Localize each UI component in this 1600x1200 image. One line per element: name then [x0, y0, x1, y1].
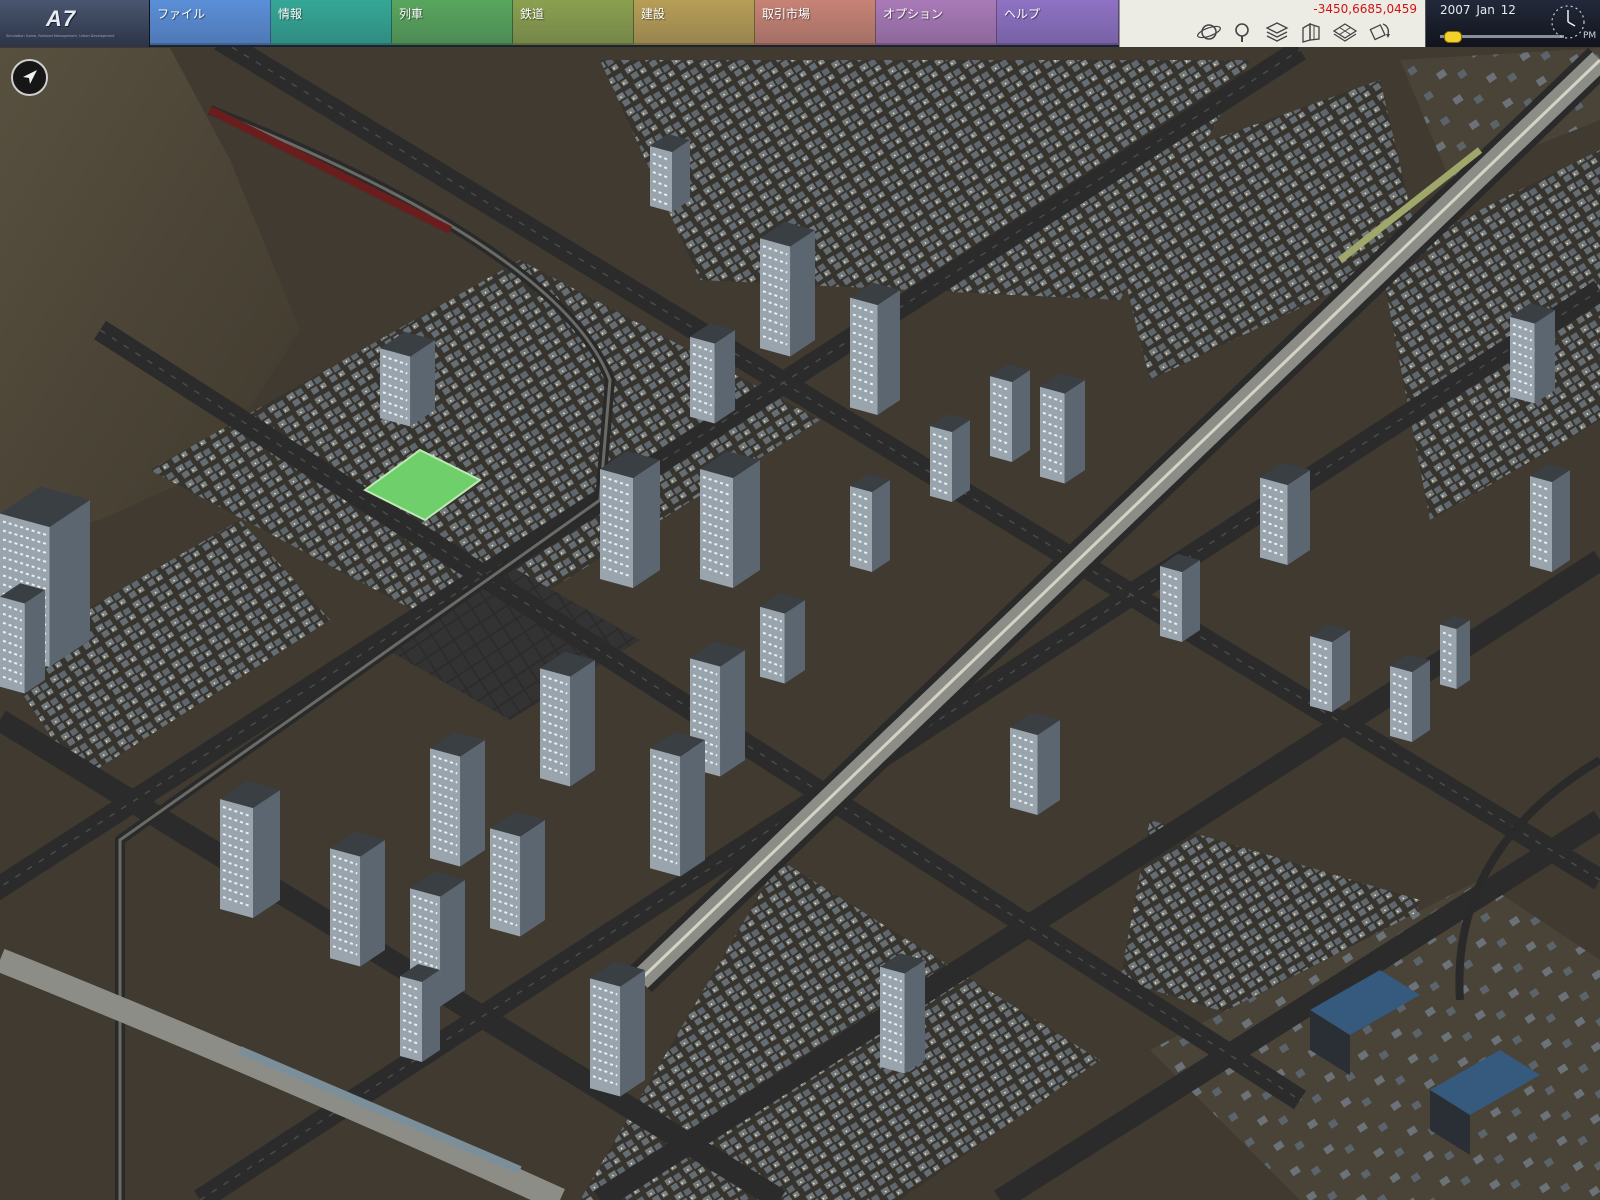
building [952, 420, 970, 502]
menu-help-label: ヘルプ [1004, 7, 1041, 21]
date-display: 2007 Jan 12 [1440, 3, 1516, 17]
building [422, 970, 440, 1062]
grid-view-icon[interactable] [1332, 20, 1358, 44]
building [1534, 310, 1555, 404]
compass-icon[interactable] [11, 59, 48, 96]
building [1440, 624, 1457, 689]
building [1037, 720, 1060, 815]
menu-options-label: オプション [883, 7, 944, 21]
menu-options[interactable]: オプション [876, 0, 997, 45]
building [784, 600, 805, 684]
building [790, 230, 815, 357]
search-icon[interactable] [1230, 20, 1256, 44]
view-toolbar: -3450,6685,0459 [1119, 0, 1425, 47]
menu-info-label: 情報 [278, 7, 303, 21]
building [460, 740, 485, 867]
menu-train[interactable]: 列車 [392, 0, 513, 45]
rotate-view-icon[interactable] [1366, 20, 1392, 44]
logo-subtitle: Simulation Game, Railroad Management, Ur… [6, 34, 115, 38]
ampm-indicator: PM [1583, 31, 1597, 41]
money-display: -3450,6685,0459 [1313, 2, 1417, 16]
building [1552, 470, 1570, 572]
planet-view-icon[interactable] [1196, 20, 1222, 44]
logo-mark: A7 [46, 6, 77, 31]
building [904, 960, 925, 1074]
menu-construction-label: 建設 [641, 7, 666, 21]
building [253, 790, 280, 918]
menu-help[interactable]: ヘルプ [997, 0, 1119, 45]
building [49, 500, 90, 667]
building [714, 330, 735, 424]
building [620, 970, 645, 1097]
building [1064, 380, 1085, 484]
menu-market-label: 取引市場 [762, 7, 811, 21]
building [650, 748, 681, 877]
building [633, 460, 660, 588]
building [672, 140, 690, 212]
building [360, 840, 385, 967]
layers-icon[interactable] [1264, 20, 1290, 44]
menu-info[interactable]: 情報 [271, 0, 392, 45]
building [1456, 620, 1470, 689]
building [877, 290, 900, 415]
building [1182, 560, 1200, 642]
building [24, 590, 45, 694]
menu-market[interactable]: 取引市場 [755, 0, 876, 45]
building [1287, 470, 1310, 565]
building [440, 880, 465, 1007]
building [872, 480, 890, 572]
map-viewport[interactable] [0, 0, 1600, 1200]
building [570, 660, 595, 787]
app-logo[interactable]: A7 Simulation Game, Railroad Management,… [0, 0, 150, 47]
building [1012, 370, 1030, 462]
menu-railway[interactable]: 鉄道 [513, 0, 634, 45]
menu-construction[interactable]: 建設 [634, 0, 755, 45]
menu-file-label: ファイル [157, 7, 206, 21]
building [733, 460, 760, 588]
building [1332, 630, 1350, 712]
building [1412, 660, 1430, 742]
menu-railway-label: 鉄道 [520, 7, 545, 21]
building [680, 740, 705, 877]
top-bar: A7 Simulation Game, Railroad Management,… [0, 0, 1600, 47]
speed-slider-knob[interactable] [1444, 31, 1463, 43]
building [760, 606, 785, 684]
clock-icon [1551, 5, 1585, 39]
buildings-view-icon[interactable] [1298, 20, 1324, 44]
menu-file[interactable]: ファイル [150, 0, 271, 45]
menu-train-label: 列車 [399, 7, 424, 21]
building [720, 650, 745, 777]
city-map[interactable] [0, 0, 1600, 1200]
building [520, 820, 545, 937]
